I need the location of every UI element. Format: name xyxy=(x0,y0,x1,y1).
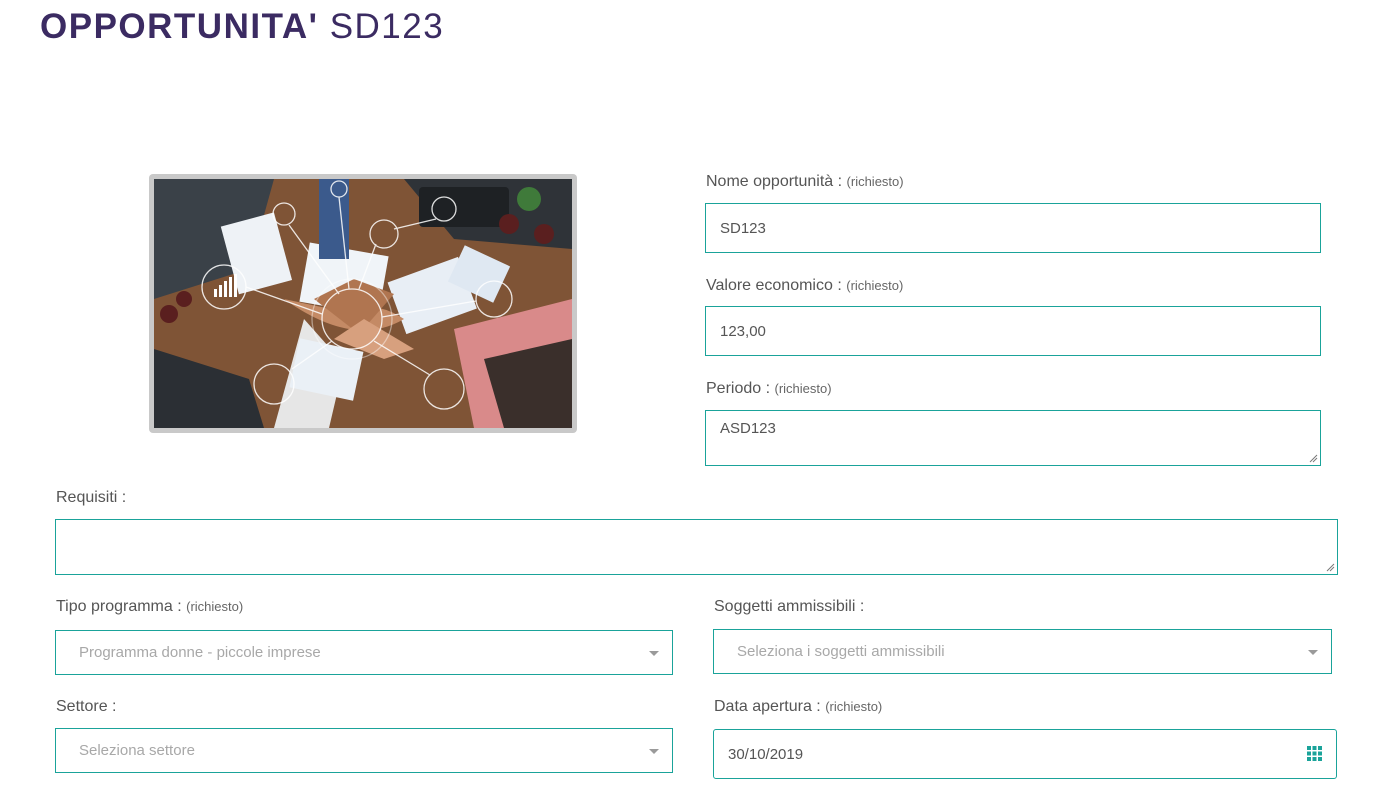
nome-required-hint: (richiesto) xyxy=(846,174,904,189)
soggetti-select[interactable]: Seleziona i soggetti ammissibili xyxy=(713,629,1332,674)
chevron-down-icon xyxy=(1308,649,1318,655)
settore-placeholder: Seleziona settore xyxy=(79,742,195,759)
nome-label: Nome opportunità : (richiesto) xyxy=(706,172,904,192)
tipo-programma-select[interactable]: Programma donne - piccole imprese xyxy=(55,630,673,675)
soggetti-placeholder: Seleziona i soggetti ammissibili xyxy=(737,643,945,660)
periodo-required-hint: (richiesto) xyxy=(774,381,832,396)
soggetti-label: Soggetti ammissibili : xyxy=(714,597,864,617)
valore-label-text: Valore economico : xyxy=(706,277,842,294)
data-apertura-required-hint: (richiesto) xyxy=(825,699,883,714)
requisiti-label: Requisiti : xyxy=(56,488,126,508)
periodo-textarea[interactable]: ASD123 xyxy=(705,410,1321,466)
data-apertura-label: Data apertura : (richiesto) xyxy=(714,697,882,717)
valore-required-hint: (richiesto) xyxy=(846,278,904,293)
data-apertura-input[interactable]: 30/10/2019 xyxy=(713,729,1337,779)
resize-grip-icon[interactable] xyxy=(1308,453,1318,463)
tipo-programma-selected: Programma donne - piccole imprese xyxy=(79,644,321,661)
teamwork-photo xyxy=(154,179,572,428)
chevron-down-icon xyxy=(649,650,659,656)
requisiti-label-text: Requisiti : xyxy=(56,489,127,506)
calendar-grid-icon[interactable] xyxy=(1307,746,1322,761)
chevron-down-icon xyxy=(649,748,659,754)
data-apertura-value: 30/10/2019 xyxy=(728,745,804,763)
settore-label-text: Settore : xyxy=(56,698,117,715)
nome-input[interactable]: SD123 xyxy=(705,203,1321,253)
page-title-prefix: OPPORTUNITA' xyxy=(40,7,319,46)
tipo-programma-label: Tipo programma : (richiesto) xyxy=(56,597,243,617)
valore-value: 123,00 xyxy=(720,322,766,340)
opportunity-image xyxy=(149,174,577,433)
resize-grip-icon[interactable] xyxy=(1325,562,1335,572)
periodo-label: Periodo : (richiesto) xyxy=(706,379,832,399)
page-title: OPPORTUNITA' SD123 xyxy=(40,6,444,48)
periodo-value: ASD123 xyxy=(720,420,776,437)
nome-value: SD123 xyxy=(720,219,766,237)
settore-select[interactable]: Seleziona settore xyxy=(55,728,673,773)
page-title-code: SD123 xyxy=(329,7,445,46)
periodo-label-text: Periodo : xyxy=(706,380,771,397)
valore-input[interactable]: 123,00 xyxy=(705,306,1321,356)
nome-label-text: Nome opportunità : xyxy=(706,173,843,190)
data-apertura-label-text: Data apertura : xyxy=(714,698,821,715)
requisiti-textarea[interactable] xyxy=(55,519,1338,575)
tipo-programma-required-hint: (richiesto) xyxy=(186,599,244,614)
valore-label: Valore economico : (richiesto) xyxy=(706,276,903,296)
settore-label: Settore : xyxy=(56,697,116,717)
tipo-programma-label-text: Tipo programma : xyxy=(56,598,182,615)
soggetti-label-text: Soggetti ammissibili : xyxy=(714,598,865,615)
